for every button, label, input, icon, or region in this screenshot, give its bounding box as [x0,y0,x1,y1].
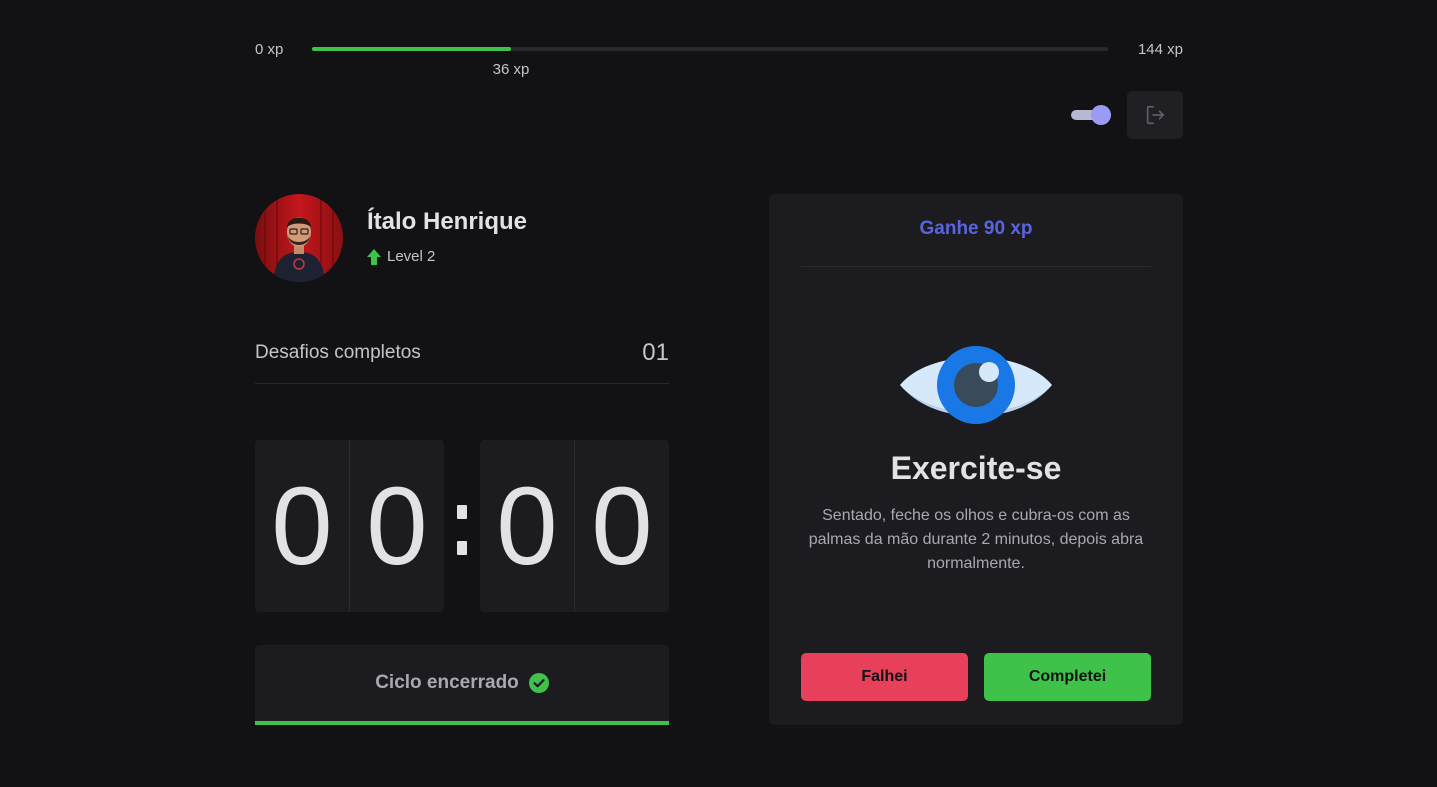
xp-track [312,47,1108,51]
cycle-label: Ciclo encerrado [375,672,519,693]
logout-button[interactable] [1127,91,1183,139]
countdown-seconds: 0 0 [480,440,669,612]
check-circle-icon [528,673,549,693]
completed-challenges-label: Desafios completos [255,342,421,363]
logout-icon [1146,105,1165,125]
challenge-reward: Ganhe 90 xp [801,218,1151,267]
completed-challenges-count: 01 [642,339,669,366]
xp-fill [312,47,511,51]
cycle-finished-button[interactable]: Ciclo encerrado [255,645,669,725]
second-digit-right: 0 [574,440,669,612]
level-up-icon [367,248,381,265]
theme-toggle[interactable] [1071,105,1111,125]
countdown: 0 0 0 0 [255,440,669,612]
minute-digit-left: 0 [271,464,333,588]
challenge-description: Sentado, feche os olhos e cubra-os com a… [808,507,1144,572]
user-name: Ítalo Henrique [367,208,528,235]
experience-bar: 0 xp 36 xp 144 xp [255,38,1183,78]
countdown-separator [444,440,480,612]
user-level: Level 2 [367,248,435,265]
minute-digit-right: 0 [349,440,444,612]
xp-min-label: 0 xp [255,41,284,58]
toggle-knob [1091,105,1111,125]
profile: Ítalo Henrique Level 2 [255,194,675,284]
xp-current-label: 36 xp [492,61,530,78]
complete-button[interactable]: Completei [984,653,1151,701]
second-digit-left: 0 [496,464,558,588]
main-page: 0 xp 36 xp 144 xp Ítalo Henrique Level 2… [255,0,1183,787]
avatar [255,194,343,282]
countdown-minutes: 0 0 [255,440,444,612]
eye-icon [900,346,1052,429]
user-level-label: Level 2 [387,248,436,265]
fail-button[interactable]: Falhei [801,653,968,701]
challenge-title: Exercite-se [890,450,1062,486]
completed-challenges: Desafios completos 01 [255,336,669,384]
xp-max-label: 144 xp [1137,41,1183,58]
challenge-card: Ganhe 90 xp Exercite-se Sentado, feche o… [769,194,1183,725]
